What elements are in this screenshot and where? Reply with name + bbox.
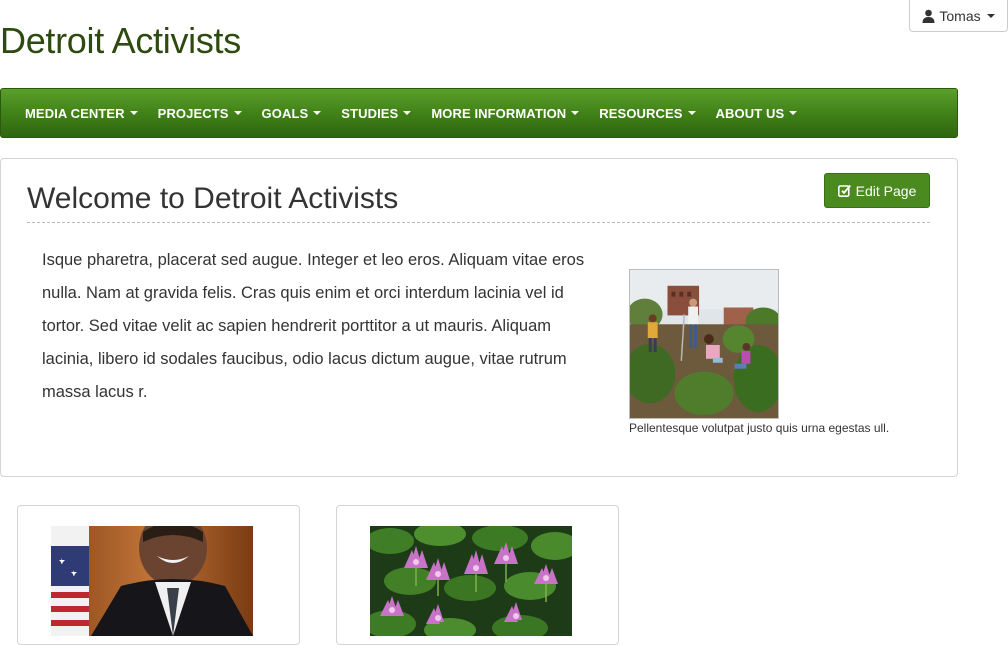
nav-item-resources[interactable]: RESOURCES bbox=[589, 89, 705, 137]
nav-item-label: MORE INFORMATION bbox=[431, 105, 567, 121]
edit-icon bbox=[837, 184, 851, 197]
nav-item-about-us[interactable]: ABOUT US bbox=[706, 89, 808, 137]
nav-item-label: GOALS bbox=[261, 105, 309, 121]
caret-down-icon bbox=[403, 111, 412, 115]
caret-down-icon bbox=[571, 111, 580, 115]
nav-item-media-center[interactable]: MEDIA CENTER bbox=[15, 89, 148, 137]
garden-photo-figure: Pellentesque volutpat justo quis urna eg… bbox=[629, 269, 889, 435]
edit-page-button[interactable]: Edit Page bbox=[824, 173, 930, 208]
heading-divider bbox=[27, 222, 930, 223]
caret-down-icon bbox=[313, 111, 322, 115]
edit-page-label: Edit Page bbox=[855, 182, 917, 199]
caret-down-icon bbox=[789, 111, 798, 115]
content-panel: Welcome to Detroit Activists Edit Page I… bbox=[0, 158, 958, 477]
site-title[interactable]: Detroit Activists bbox=[0, 20, 241, 62]
user-menu-button[interactable]: Tomas bbox=[909, 0, 1008, 32]
nav-item-label: ABOUT US bbox=[715, 105, 785, 121]
welcome-paragraph: Isque pharetra, placerat sed augue. Inte… bbox=[42, 251, 585, 401]
garden-photo bbox=[629, 269, 779, 419]
page-title: Welcome to Detroit Activists bbox=[27, 182, 399, 215]
caret-down-icon bbox=[687, 111, 696, 115]
portrait-image bbox=[51, 526, 253, 636]
card-portrait[interactable] bbox=[17, 505, 300, 645]
nav-item-goals[interactable]: GOALS bbox=[252, 89, 332, 137]
nav-item-label: PROJECTS bbox=[157, 105, 229, 121]
nav-item-studies[interactable]: STUDIES bbox=[331, 89, 421, 137]
water-lilies-image bbox=[370, 526, 572, 636]
user-name: Tomas bbox=[939, 7, 981, 24]
nav-item-label: RESOURCES bbox=[599, 105, 683, 121]
main-navbar: MEDIA CENTER PROJECTS GOALS STUDIES MORE… bbox=[0, 88, 958, 138]
photo-caption: Pellentesque volutpat justo quis urna eg… bbox=[629, 421, 890, 435]
nav-item-projects[interactable]: PROJECTS bbox=[148, 89, 252, 137]
nav-item-label: MEDIA CENTER bbox=[25, 105, 125, 121]
caret-down-icon bbox=[986, 13, 995, 18]
caret-down-icon bbox=[129, 111, 138, 115]
nav-item-label: STUDIES bbox=[341, 105, 399, 121]
nav-item-more-information[interactable]: MORE INFORMATION bbox=[421, 89, 589, 137]
card-water-lilies[interactable] bbox=[336, 505, 619, 645]
user-icon bbox=[922, 9, 935, 23]
caret-down-icon bbox=[233, 111, 242, 115]
